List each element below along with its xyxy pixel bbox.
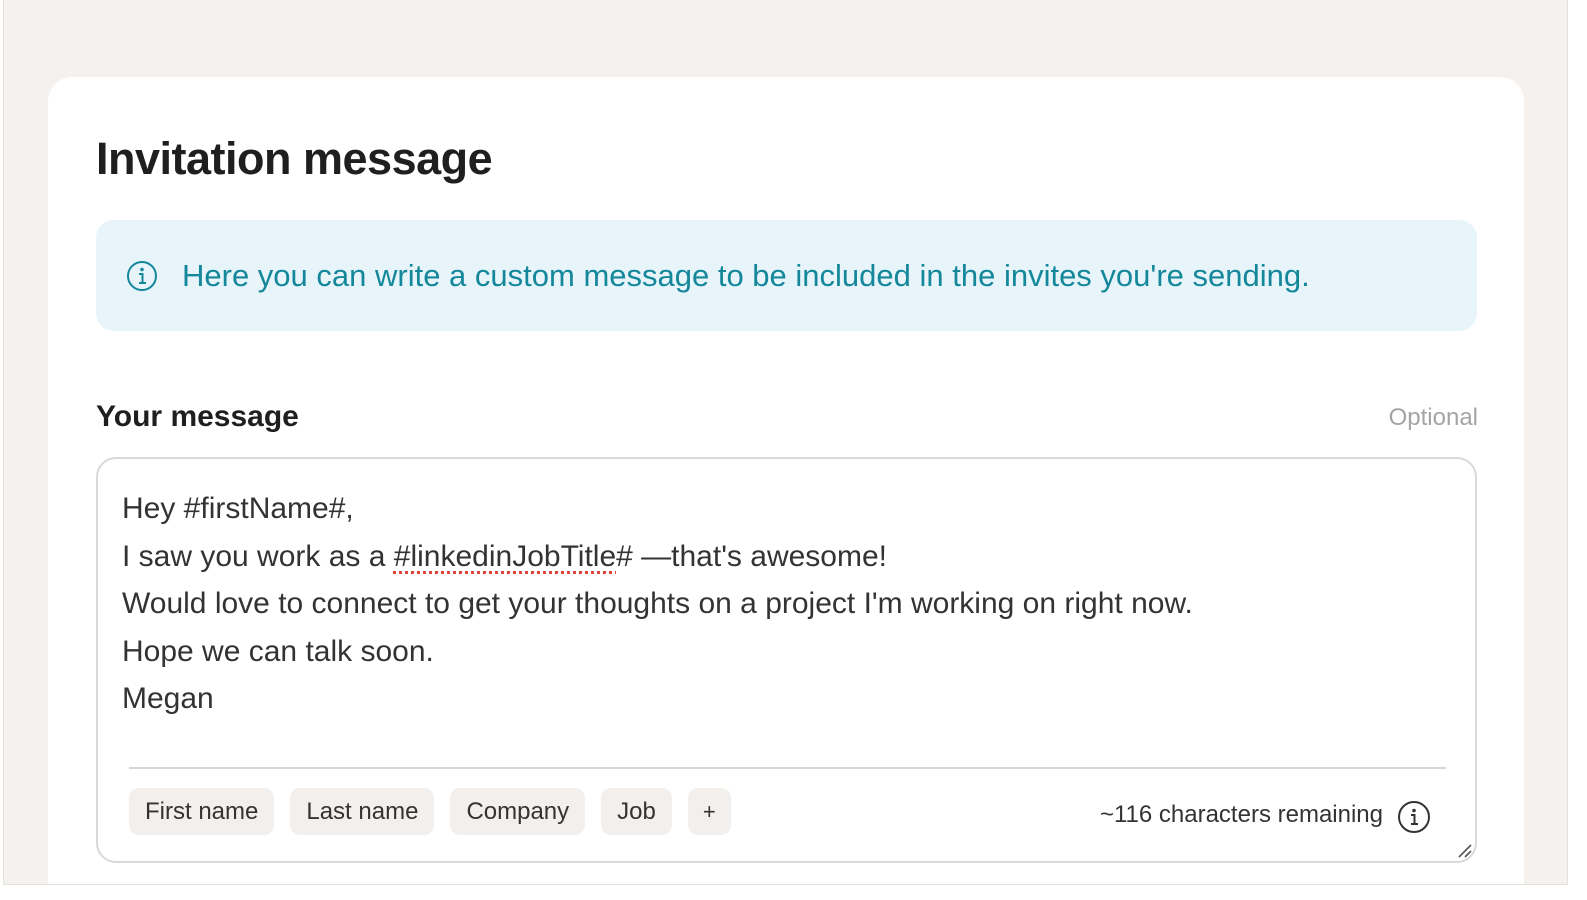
page-title: Invitation message — [96, 133, 493, 184]
resize-handle-icon[interactable] — [1455, 841, 1473, 859]
optional-label: Optional — [1388, 404, 1478, 431]
message-textarea[interactable]: Hey #firstName#, I saw you work as a #li… — [96, 457, 1477, 863]
chip-company[interactable]: Company — [450, 788, 586, 835]
message-line-part: # —that's awesome! — [616, 539, 887, 573]
message-line: Would love to connect to get your though… — [122, 587, 1193, 620]
info-icon[interactable] — [1397, 800, 1431, 834]
message-line: I saw you work as a #linkedinJobTitle# —… — [122, 533, 1193, 581]
variable-chips: First name Last name Company Job + — [129, 788, 731, 835]
message-label: Your message — [96, 400, 299, 433]
info-banner: Here you can write a custom message to b… — [96, 220, 1477, 331]
message-line: Hope we can talk soon. — [122, 634, 434, 668]
chip-last-name[interactable]: Last name — [290, 788, 435, 835]
spellcheck-word[interactable]: #linkedinJobTitle — [394, 540, 616, 573]
invitation-card: Invitation message Here you can write a … — [48, 77, 1524, 884]
chip-job[interactable]: Job — [601, 788, 672, 835]
characters-remaining: ~116 characters remaining — [1099, 801, 1383, 828]
message-line: Megan — [122, 682, 214, 715]
divider — [129, 767, 1446, 769]
message-line-part: I saw you work as a — [122, 539, 394, 573]
add-variable-button[interactable]: + — [687, 788, 731, 835]
message-text[interactable]: Hey #firstName#, I saw you work as a #li… — [122, 485, 1193, 723]
chip-first-name[interactable]: First name — [129, 788, 275, 835]
info-banner-text: Here you can write a custom message to b… — [182, 257, 1310, 293]
message-line: Hey #firstName#, — [122, 492, 354, 525]
info-icon — [127, 260, 157, 291]
page-background: Invitation message Here you can write a … — [3, 0, 1568, 885]
